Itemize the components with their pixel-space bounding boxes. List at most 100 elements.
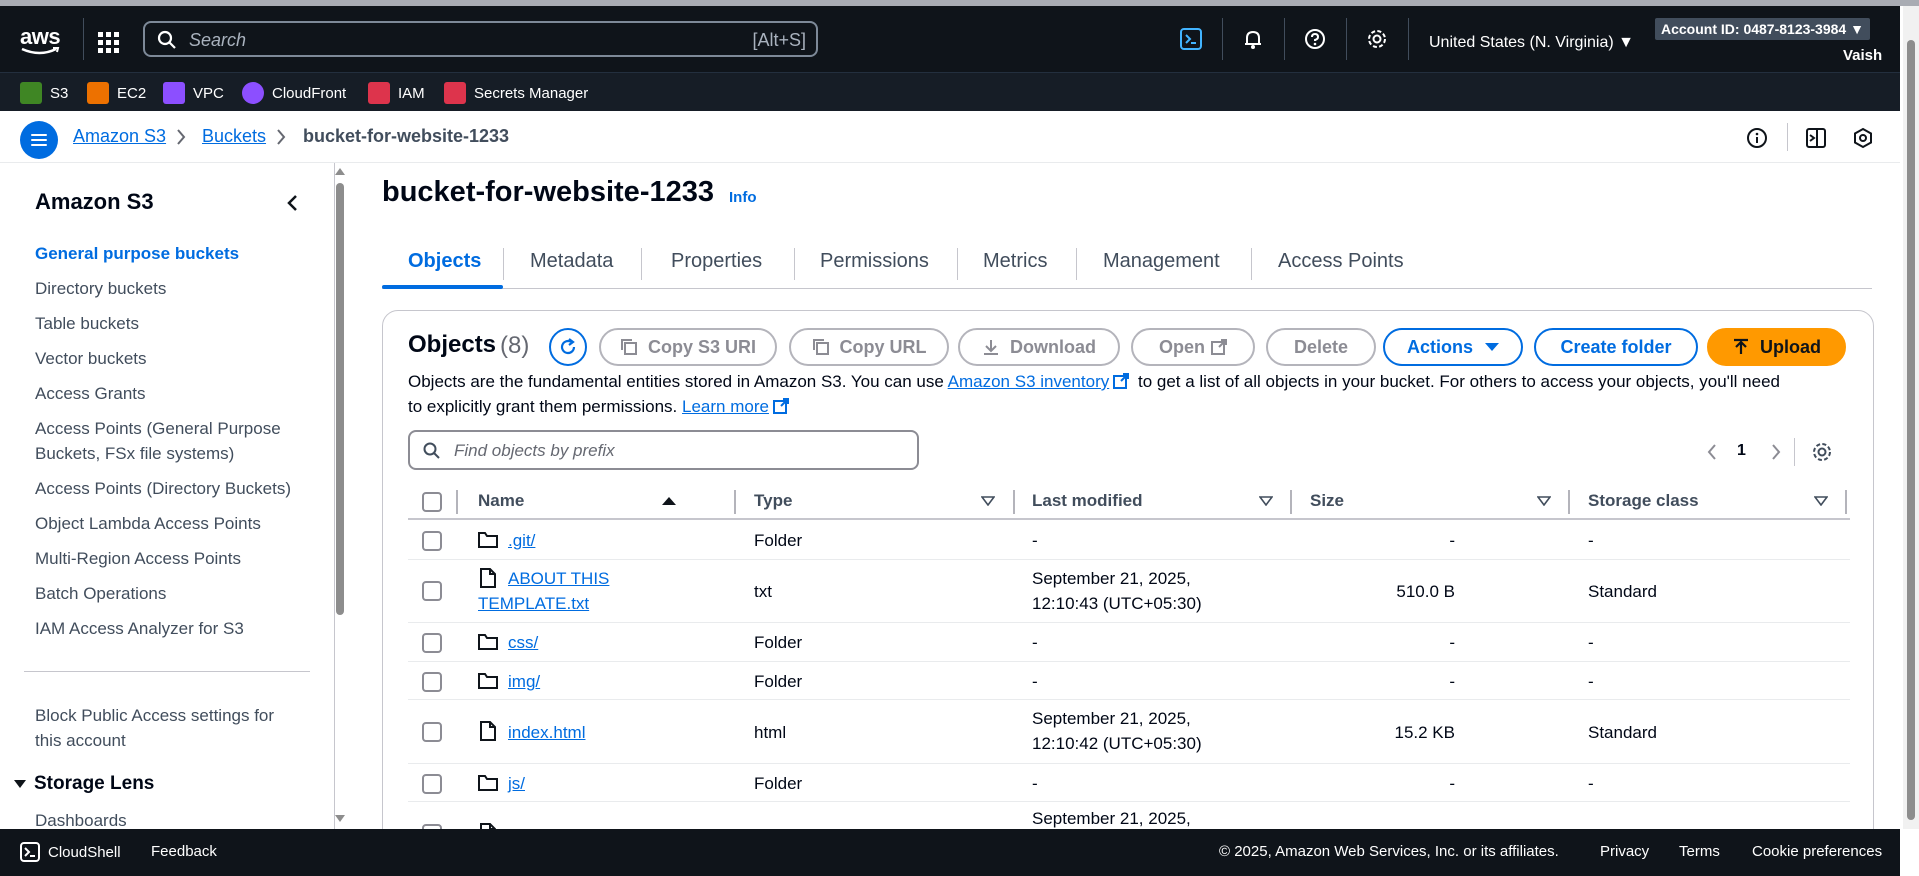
create-folder-button[interactable]: Create folder [1534, 328, 1698, 366]
favorite-iam[interactable]: IAM [368, 81, 425, 105]
object-name-link[interactable]: css/ [508, 630, 538, 655]
sort-caret-down-icon[interactable] [1537, 496, 1551, 506]
sort-caret-down-icon[interactable] [981, 496, 995, 506]
column-header-size[interactable]: Size [1310, 491, 1344, 511]
menu-icon[interactable] [20, 121, 58, 159]
sort-caret-down-icon[interactable] [1814, 496, 1828, 506]
sidebar-item-directory-buckets[interactable]: Directory buckets [35, 276, 305, 301]
object-name-link[interactable]: index.html [508, 720, 585, 745]
info-link[interactable]: Info [729, 189, 757, 206]
sidebar-item-access-points-directory[interactable]: Access Points (Directory Buckets) [35, 476, 305, 501]
aws-logo[interactable]: aws [20, 24, 64, 58]
sidebar-section-storage-lens[interactable]: Storage Lens [14, 773, 154, 795]
settings-gear-icon[interactable] [1366, 28, 1388, 50]
services-grid-icon[interactable] [98, 32, 122, 56]
row-checkbox[interactable] [422, 774, 442, 794]
table-row[interactable]: .git/ Folder - - - [408, 521, 1850, 560]
sidebar-item-general-purpose-buckets[interactable]: General purpose buckets [35, 241, 305, 266]
footer-terms[interactable]: Terms [1679, 843, 1720, 860]
chevron-right-icon[interactable] [1770, 443, 1782, 461]
column-header-last-modified[interactable]: Last modified [1032, 491, 1143, 511]
upload-button[interactable]: Upload [1707, 328, 1846, 366]
object-name-link[interactable]: .git/ [508, 528, 535, 553]
refresh-button[interactable] [549, 328, 587, 366]
breadcrumb-amazon-s3[interactable]: Amazon S3 [73, 126, 166, 147]
user-name[interactable]: Vaish [1843, 47, 1882, 64]
scroll-up-icon[interactable] [335, 167, 345, 175]
table-row[interactable]: index.html html September 21, 2025, 12:1… [408, 700, 1850, 764]
favorite-cloudfront[interactable]: CloudFront [242, 81, 346, 105]
favorite-secrets-manager[interactable]: Secrets Manager [444, 81, 588, 105]
open-button[interactable]: Open [1131, 328, 1255, 366]
object-name-link[interactable]: img/ [508, 669, 540, 694]
sidebar-item-batch-operations[interactable]: Batch Operations [35, 581, 305, 606]
tab-access-points[interactable]: Access Points [1278, 250, 1404, 273]
sidebar-item-multi-region[interactable]: Multi-Region Access Points [35, 546, 305, 571]
row-checkbox[interactable] [422, 633, 442, 653]
sidebar-item-block-public-access[interactable]: Block Public Access settings for this ac… [35, 703, 305, 753]
prefix-search-input[interactable]: Find objects by prefix [408, 430, 919, 470]
favorite-s3[interactable]: S3 [20, 81, 68, 105]
account-menu[interactable]: Account ID: 0487-8123-3984 ▼ [1655, 18, 1870, 40]
sidebar-item-vector-buckets[interactable]: Vector buckets [35, 346, 305, 371]
sidebar-item-iam-access-analyzer[interactable]: IAM Access Analyzer for S3 [35, 616, 305, 641]
bell-icon[interactable] [1242, 28, 1264, 50]
learn-more-link[interactable]: Learn more [682, 397, 769, 416]
row-checkbox[interactable] [422, 581, 442, 601]
object-name-link[interactable]: js/ [508, 771, 525, 796]
row-checkbox[interactable] [422, 722, 442, 742]
copy-url-button[interactable]: Copy URL [789, 328, 949, 366]
footer-cloudshell[interactable]: CloudShell [20, 842, 121, 862]
delete-button[interactable]: Delete [1266, 328, 1376, 366]
sidebar-item-access-grants[interactable]: Access Grants [35, 381, 305, 406]
favorite-ec2[interactable]: EC2 [87, 81, 146, 105]
object-type: Folder [754, 633, 803, 652]
current-page-number[interactable]: 1 [1737, 442, 1746, 460]
sidebar-item-access-points-general[interactable]: Access Points (General Purpose Buckets, … [35, 416, 305, 466]
row-checkbox[interactable] [422, 672, 442, 692]
cloudshell-icon[interactable] [1180, 28, 1202, 50]
copy-s3-uri-button[interactable]: Copy S3 URI [599, 328, 777, 366]
breadcrumb-buckets[interactable]: Buckets [202, 126, 266, 147]
favorite-vpc[interactable]: VPC [163, 81, 224, 105]
actions-dropdown[interactable]: Actions [1383, 328, 1523, 366]
global-search-input[interactable]: Search [Alt+S] [143, 21, 818, 57]
tab-permissions[interactable]: Permissions [820, 250, 929, 273]
scroll-down-icon[interactable] [335, 815, 345, 823]
chevron-left-icon[interactable] [285, 193, 301, 213]
tab-metrics[interactable]: Metrics [983, 250, 1047, 273]
select-all-checkbox[interactable] [422, 492, 442, 512]
settings-gear-icon[interactable] [1811, 441, 1833, 463]
tab-metadata[interactable]: Metadata [530, 250, 613, 273]
chevron-left-icon[interactable] [1706, 443, 1718, 461]
row-checkbox[interactable] [422, 531, 442, 551]
region-selector[interactable]: United States (N. Virginia) ▼ [1429, 34, 1634, 52]
table-row[interactable]: ABOUT THIS TEMPLATE.txt txt September 21… [408, 560, 1850, 623]
amazon-s3-inventory-link[interactable]: Amazon S3 inventory [948, 372, 1110, 391]
sidebar-item-object-lambda[interactable]: Object Lambda Access Points [35, 511, 305, 536]
download-button[interactable]: Download [958, 328, 1120, 366]
tab-objects[interactable]: Objects [408, 250, 481, 273]
table-row[interactable]: js/ Folder - - - [408, 764, 1850, 802]
column-divider [1013, 490, 1015, 514]
tab-properties[interactable]: Properties [671, 250, 762, 273]
page-scroll-thumb[interactable] [1907, 40, 1915, 820]
object-name-link[interactable]: ABOUT THIS TEMPLATE.txt [478, 566, 628, 616]
footer-privacy[interactable]: Privacy [1600, 843, 1649, 860]
hexagon-assistant-icon[interactable] [1852, 127, 1874, 149]
split-panel-icon[interactable] [1805, 127, 1827, 149]
table-row[interactable]: css/ Folder - - - [408, 623, 1850, 662]
footer-feedback[interactable]: Feedback [151, 843, 217, 860]
sort-caret-down-icon[interactable] [1259, 496, 1273, 506]
tab-management[interactable]: Management [1103, 250, 1220, 273]
column-header-storage-class[interactable]: Storage class [1588, 491, 1699, 511]
info-circle-icon[interactable] [1746, 127, 1768, 149]
sidebar-item-table-buckets[interactable]: Table buckets [35, 311, 305, 336]
sidebar-scroll-thumb[interactable] [336, 183, 344, 615]
table-row[interactable]: img/ Folder - - - [408, 662, 1850, 700]
help-icon[interactable] [1304, 28, 1326, 50]
column-header-name[interactable]: Name [478, 491, 524, 511]
column-header-type[interactable]: Type [754, 491, 792, 511]
sort-ascending-icon[interactable] [662, 496, 676, 506]
footer-cookie-preferences[interactable]: Cookie preferences [1752, 843, 1882, 860]
